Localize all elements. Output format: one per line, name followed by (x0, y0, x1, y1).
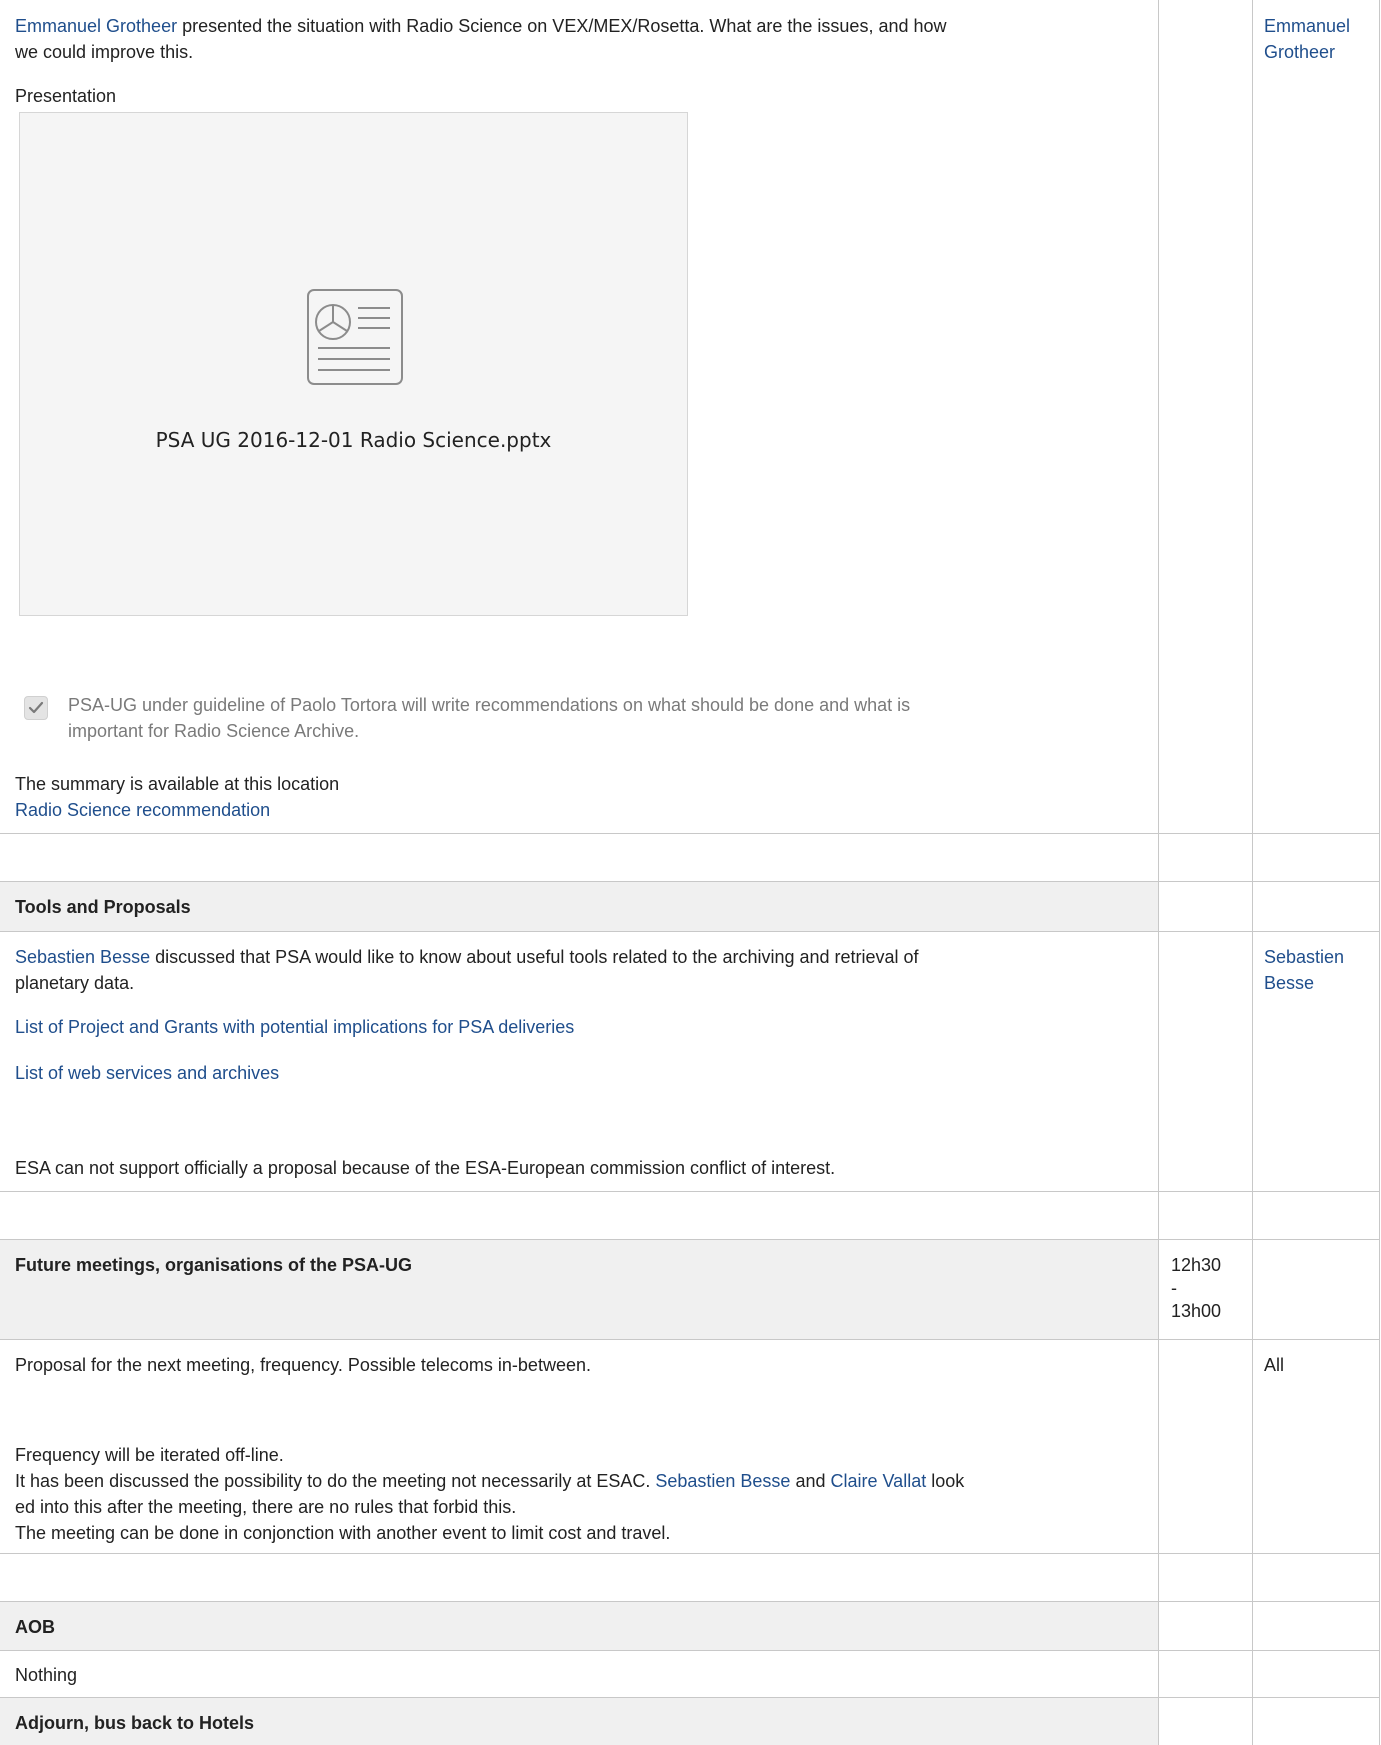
tools-heading: Tools and Proposals (15, 897, 191, 917)
aob-content: Nothing (15, 1665, 78, 1685)
empty-cell (1253, 1240, 1380, 1339)
presenter-link-besse[interactable]: Sebastien Besse (15, 947, 150, 967)
empty-cell (1253, 1192, 1380, 1239)
task-text-line1: PSA-UG under guideline of Paolo Tortora … (68, 695, 911, 715)
adjourn-cell: Adjourn, bus back to Hotels (0, 1698, 1159, 1745)
web-services-link-line: List of web services and archives (15, 1060, 279, 1086)
who-all: All (1264, 1355, 1285, 1375)
task-text-line2: important for Radio Science Archive. (68, 721, 360, 741)
attachment-preview[interactable]: PSA UG 2016-12-01 Radio Science.pptx (19, 112, 688, 616)
future-content-row: Proposal for the next meeting, frequency… (0, 1340, 1381, 1553)
empty-cell (1253, 882, 1380, 931)
summary-link-line: Radio Science recommendation (15, 797, 270, 823)
empty-cell (0, 834, 1159, 881)
task-text: PSA-UG under guideline of Paolo Tortora … (68, 692, 1098, 744)
aob-heading-row: AOB (0, 1602, 1381, 1650)
web-services-link[interactable]: List of web services and archives (15, 1063, 279, 1083)
empty-cell (1253, 1651, 1380, 1697)
future-heading-row: Future meetings, organisations of the PS… (0, 1240, 1381, 1339)
adjourn-row: Adjourn, bus back to Hotels (0, 1698, 1381, 1745)
who-grotheer: Emmanuel Grotheer (1264, 13, 1350, 65)
empty-cell (1253, 1698, 1380, 1745)
future-heading-cell: Future meetings, organisations of the PS… (0, 1240, 1159, 1339)
empty-cell (1159, 932, 1253, 1191)
tools-heading-row: Tools and Proposals (0, 882, 1381, 931)
empty-cell (1159, 1651, 1253, 1697)
radio-science-row: Emmanuel Grotheer presented the situatio… (0, 0, 1381, 833)
aob-content-cell: Nothing (0, 1651, 1159, 1697)
besse-link[interactable]: Sebastien Besse (655, 1471, 790, 1491)
empty-cell (1159, 1554, 1253, 1601)
empty-cell (0, 1554, 1159, 1601)
future-time-cell: 12h30-13h00 (1159, 1240, 1253, 1339)
who-besse: Sebastien Besse (1264, 944, 1344, 996)
empty-row (0, 1192, 1381, 1239)
empty-row (0, 834, 1381, 881)
agenda-table: Emmanuel Grotheer presented the situatio… (0, 0, 1381, 1745)
aob-heading: AOB (15, 1617, 55, 1637)
description-text: presented the situation with Radio Scien… (177, 16, 947, 36)
empty-row (0, 1554, 1381, 1601)
tools-description-line2: planetary data. (15, 973, 135, 993)
empty-cell (0, 1192, 1159, 1239)
radio-science-topic-cell: Emmanuel Grotheer presented the situatio… (0, 0, 1159, 833)
aob-content-row: Nothing (0, 1651, 1381, 1697)
aob-heading-cell: AOB (0, 1602, 1159, 1650)
conjunction-text: The meeting can be done in conjonction w… (15, 1523, 671, 1543)
who-link-besse[interactable]: Sebastien Besse (1264, 947, 1344, 993)
empty-cell (1253, 834, 1380, 881)
adjourn-heading: Adjourn, bus back to Hotels (15, 1713, 255, 1733)
empty-cell (1253, 1602, 1380, 1650)
tools-description: Sebastien Besse discussed that PSA would… (15, 944, 919, 970)
attachment-filename: PSA UG 2016-12-01 Radio Science.pptx (155, 428, 552, 452)
future-content-cell: Proposal for the next meeting, frequency… (0, 1340, 1159, 1553)
tools-heading-cell: Tools and Proposals (0, 882, 1159, 931)
empty-cell (1159, 834, 1253, 881)
vallat-link[interactable]: Claire Vallat (831, 1471, 927, 1491)
projects-grants-link[interactable]: List of Project and Grants with potentia… (15, 1017, 574, 1037)
radio-science-time-cell (1159, 0, 1253, 833)
checkmark-icon (28, 701, 44, 714)
radio-science-who-cell: Emmanuel Grotheer (1253, 0, 1380, 833)
task-checkbox[interactable] (24, 696, 48, 720)
empty-cell (1159, 882, 1253, 931)
discussion-text: It has been discussed the possibility to… (15, 1471, 965, 1491)
tools-who-cell: Sebastien Besse (1253, 932, 1380, 1191)
tools-content-row: Sebastien Besse discussed that PSA would… (0, 932, 1381, 1191)
summary-text: The summary is available at this locatio… (15, 774, 340, 794)
empty-cell (1159, 1340, 1253, 1553)
presentation-label: Presentation (15, 86, 117, 106)
radio-science-description-line2: we could improve this. (15, 42, 194, 62)
esa-note: ESA can not support officially a proposa… (15, 1158, 836, 1178)
tools-description-text: discussed that PSA would like to know ab… (150, 947, 919, 967)
proposal-text: Proposal for the next meeting, frequency… (15, 1355, 591, 1375)
future-heading: Future meetings, organisations of the PS… (15, 1255, 413, 1275)
presentation-file-icon (307, 289, 403, 385)
empty-cell (1159, 1698, 1253, 1745)
discussion-text-line2: ed into this after the meeting, there ar… (15, 1497, 517, 1517)
empty-cell (1159, 1192, 1253, 1239)
who-link-grotheer[interactable]: Emmanuel Grotheer (1264, 16, 1350, 62)
future-who-cell: All (1253, 1340, 1380, 1553)
future-time: 12h30-13h00 (1171, 1255, 1222, 1321)
radio-science-description: Emmanuel Grotheer presented the situatio… (15, 13, 947, 39)
projects-grants-link-line: List of Project and Grants with potentia… (15, 1014, 574, 1040)
empty-cell (1253, 1554, 1380, 1601)
empty-cell (1159, 1602, 1253, 1650)
frequency-text: Frequency will be iterated off-line. (15, 1445, 284, 1465)
radio-science-recommendation-link[interactable]: Radio Science recommendation (15, 800, 270, 820)
tools-content-cell: Sebastien Besse discussed that PSA would… (0, 932, 1159, 1191)
presenter-link-grotheer[interactable]: Emmanuel Grotheer (15, 16, 177, 36)
